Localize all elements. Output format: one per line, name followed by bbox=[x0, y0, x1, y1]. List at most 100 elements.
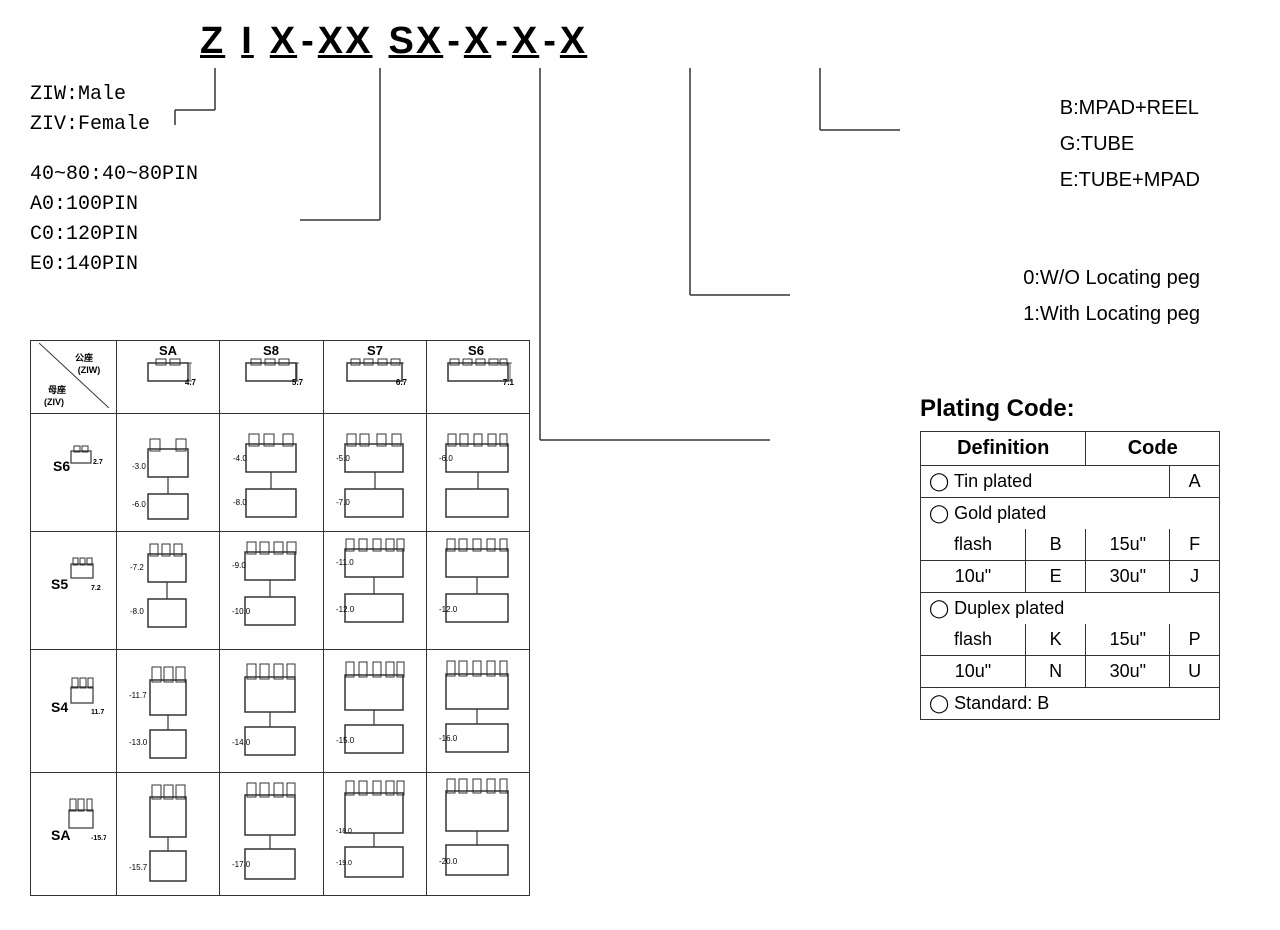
duplex-30u-code: U bbox=[1170, 656, 1220, 688]
svg-text:S4: S4 bbox=[51, 699, 68, 715]
pkg-g: G:TUBE bbox=[1060, 126, 1200, 162]
pin-c0: C0:120PIN bbox=[30, 220, 198, 250]
row-label-sa: SA -15.7 bbox=[31, 773, 117, 896]
part-number-area: Z I X - XX SX - X - X - X bbox=[120, 20, 1200, 73]
pn-xx: XX bbox=[318, 20, 373, 63]
plating-def-header: Definition bbox=[921, 432, 1086, 466]
cell-s5-s8: -9.0 -10.0 bbox=[220, 532, 323, 650]
svg-text:S6: S6 bbox=[53, 458, 70, 474]
gold-30u-label: 30u" bbox=[1086, 561, 1170, 593]
pkg-e: E:TUBE+MPAD bbox=[1060, 162, 1200, 198]
gold-flash-code: B bbox=[1025, 529, 1085, 561]
row-label-s6: S6 2.7 bbox=[31, 414, 117, 532]
col-header-s6: S6 7.1 bbox=[426, 341, 529, 414]
duplex-30u-label: 30u" bbox=[1086, 656, 1170, 688]
duplex-10u-code: N bbox=[1025, 656, 1085, 688]
col-header-sa: SA 4.7 bbox=[117, 341, 220, 414]
type-group: ZIW:Male ZIV:Female bbox=[30, 80, 198, 140]
pn-x4: X bbox=[560, 20, 587, 63]
cell-s5-sa: -7.2 -8.0 bbox=[117, 532, 220, 650]
svg-text:-19.0: -19.0 bbox=[336, 860, 352, 867]
cell-s5-s6: -12.0 bbox=[426, 532, 529, 650]
svg-text:-20.0: -20.0 bbox=[439, 857, 458, 866]
pin-a0: A0:100PIN bbox=[30, 190, 198, 220]
ziw-label: ZIW:Male bbox=[30, 80, 198, 110]
svg-text:-5.0: -5.0 bbox=[336, 454, 350, 463]
svg-text:-7.0: -7.0 bbox=[336, 498, 350, 507]
duplex-plated-label: ◯ Duplex plated bbox=[921, 593, 1220, 625]
standard-label: ◯ Standard: B bbox=[921, 688, 1220, 720]
pn-x1: X bbox=[270, 20, 297, 63]
svg-text:(ZIV): (ZIV) bbox=[44, 397, 64, 407]
svg-text:S7: S7 bbox=[367, 343, 383, 358]
svg-text:-8.0: -8.0 bbox=[130, 607, 144, 616]
plating-title: Plating Code: bbox=[920, 395, 1220, 423]
loc-1: 1:With Locating peg bbox=[1023, 296, 1200, 332]
cell-s4-s8: -14.0 bbox=[220, 650, 323, 773]
gold-15u-code: F bbox=[1170, 529, 1220, 561]
svg-text:7.2: 7.2 bbox=[91, 585, 101, 592]
svg-text:5.7: 5.7 bbox=[292, 378, 304, 387]
cell-sa-s8: -17.0 bbox=[220, 773, 323, 896]
cell-s6-s6: -6.0 bbox=[426, 414, 529, 532]
svg-text:-4.0: -4.0 bbox=[233, 454, 247, 463]
diagram-table-container: 公座 (ZIW) 母座 (ZIV) SA 4.7 bbox=[30, 340, 530, 896]
cell-s6-s7: -5.0 -7.0 bbox=[323, 414, 426, 532]
cell-s5-s7: -11.0 -12.0 bbox=[323, 532, 426, 650]
svg-text:-10.0: -10.0 bbox=[232, 607, 251, 616]
pn-sx: SX bbox=[389, 20, 444, 63]
packaging-info: B:MPAD+REEL G:TUBE E:TUBE+MPAD bbox=[1060, 90, 1200, 198]
col-header-s8: S8 5.7 bbox=[220, 341, 323, 414]
duplex-flash-label: flash bbox=[921, 624, 1026, 656]
svg-text:(ZIW): (ZIW) bbox=[77, 365, 100, 375]
duplex-15u-code: P bbox=[1170, 624, 1220, 656]
plating-table: Definition Code ◯ Tin plated A ◯ Gold pl… bbox=[920, 431, 1220, 720]
svg-text:S6: S6 bbox=[468, 343, 484, 358]
pkg-b: B:MPAD+REEL bbox=[1060, 90, 1200, 126]
svg-text:-13.0: -13.0 bbox=[129, 738, 148, 747]
pn-i: I bbox=[241, 20, 254, 63]
gold-10u-code: E bbox=[1025, 561, 1085, 593]
cell-s6-s8: -4.0 -8.0 bbox=[220, 414, 323, 532]
diagram-table: 公座 (ZIW) 母座 (ZIV) SA 4.7 bbox=[30, 340, 530, 896]
left-labels: ZIW:Male ZIV:Female 40~80:40~80PIN A0:10… bbox=[30, 80, 198, 298]
col-header-s7: S7 6.7 bbox=[323, 341, 426, 414]
svg-text:-11.7: -11.7 bbox=[129, 691, 147, 700]
cell-sa-s6: -20.0 bbox=[426, 773, 529, 896]
svg-text:-14.0: -14.0 bbox=[232, 738, 251, 747]
pin-group: 40~80:40~80PIN A0:100PIN C0:120PIN E0:14… bbox=[30, 160, 198, 280]
gold-flash-label: flash bbox=[921, 529, 1026, 561]
svg-text:11.7: 11.7 bbox=[91, 709, 104, 716]
svg-text:S5: S5 bbox=[51, 576, 68, 592]
svg-text:公座: 公座 bbox=[75, 352, 93, 363]
pn-z: Z bbox=[200, 20, 225, 63]
plating-section: Plating Code: Definition Code ◯ Tin plat… bbox=[920, 395, 1220, 720]
duplex-15u-label: 15u" bbox=[1086, 624, 1170, 656]
row-label-s5: S5 7.2 bbox=[31, 532, 117, 650]
cell-s4-s6: -16.0 bbox=[426, 650, 529, 773]
pn-x3: X bbox=[512, 20, 539, 63]
gold-15u-label: 15u" bbox=[1086, 529, 1170, 561]
svg-text:-15.0: -15.0 bbox=[336, 736, 355, 745]
svg-text:SA: SA bbox=[159, 343, 178, 358]
svg-text:4.7: 4.7 bbox=[185, 378, 197, 387]
svg-text:2.7: 2.7 bbox=[93, 459, 103, 466]
ziv-label: ZIV:Female bbox=[30, 110, 198, 140]
cell-s4-s7: -15.0 bbox=[323, 650, 426, 773]
svg-text:母座: 母座 bbox=[48, 384, 66, 395]
pn-dash1: - bbox=[301, 20, 314, 63]
part-number-display: Z I X - XX SX - X - X - X bbox=[200, 20, 1200, 63]
cell-s4-sa: -11.7 -13.0 bbox=[117, 650, 220, 773]
svg-text:-3.0: -3.0 bbox=[132, 462, 146, 471]
cell-s6-sa: -3.0 -6.0 bbox=[117, 414, 220, 532]
svg-text:SA: SA bbox=[51, 827, 70, 843]
svg-text:7.1: 7.1 bbox=[503, 378, 515, 387]
gold-10u-label: 10u" bbox=[921, 561, 1026, 593]
svg-text:-11.0: -11.0 bbox=[336, 558, 354, 567]
svg-text:-8.0: -8.0 bbox=[233, 498, 247, 507]
svg-text:-17.0: -17.0 bbox=[232, 860, 251, 869]
svg-text:-15.7: -15.7 bbox=[91, 835, 106, 842]
svg-text:-9.0: -9.0 bbox=[232, 561, 246, 570]
pn-dash2: - bbox=[447, 20, 460, 63]
locating-info: 0:W/O Locating peg 1:With Locating peg bbox=[1023, 260, 1200, 332]
